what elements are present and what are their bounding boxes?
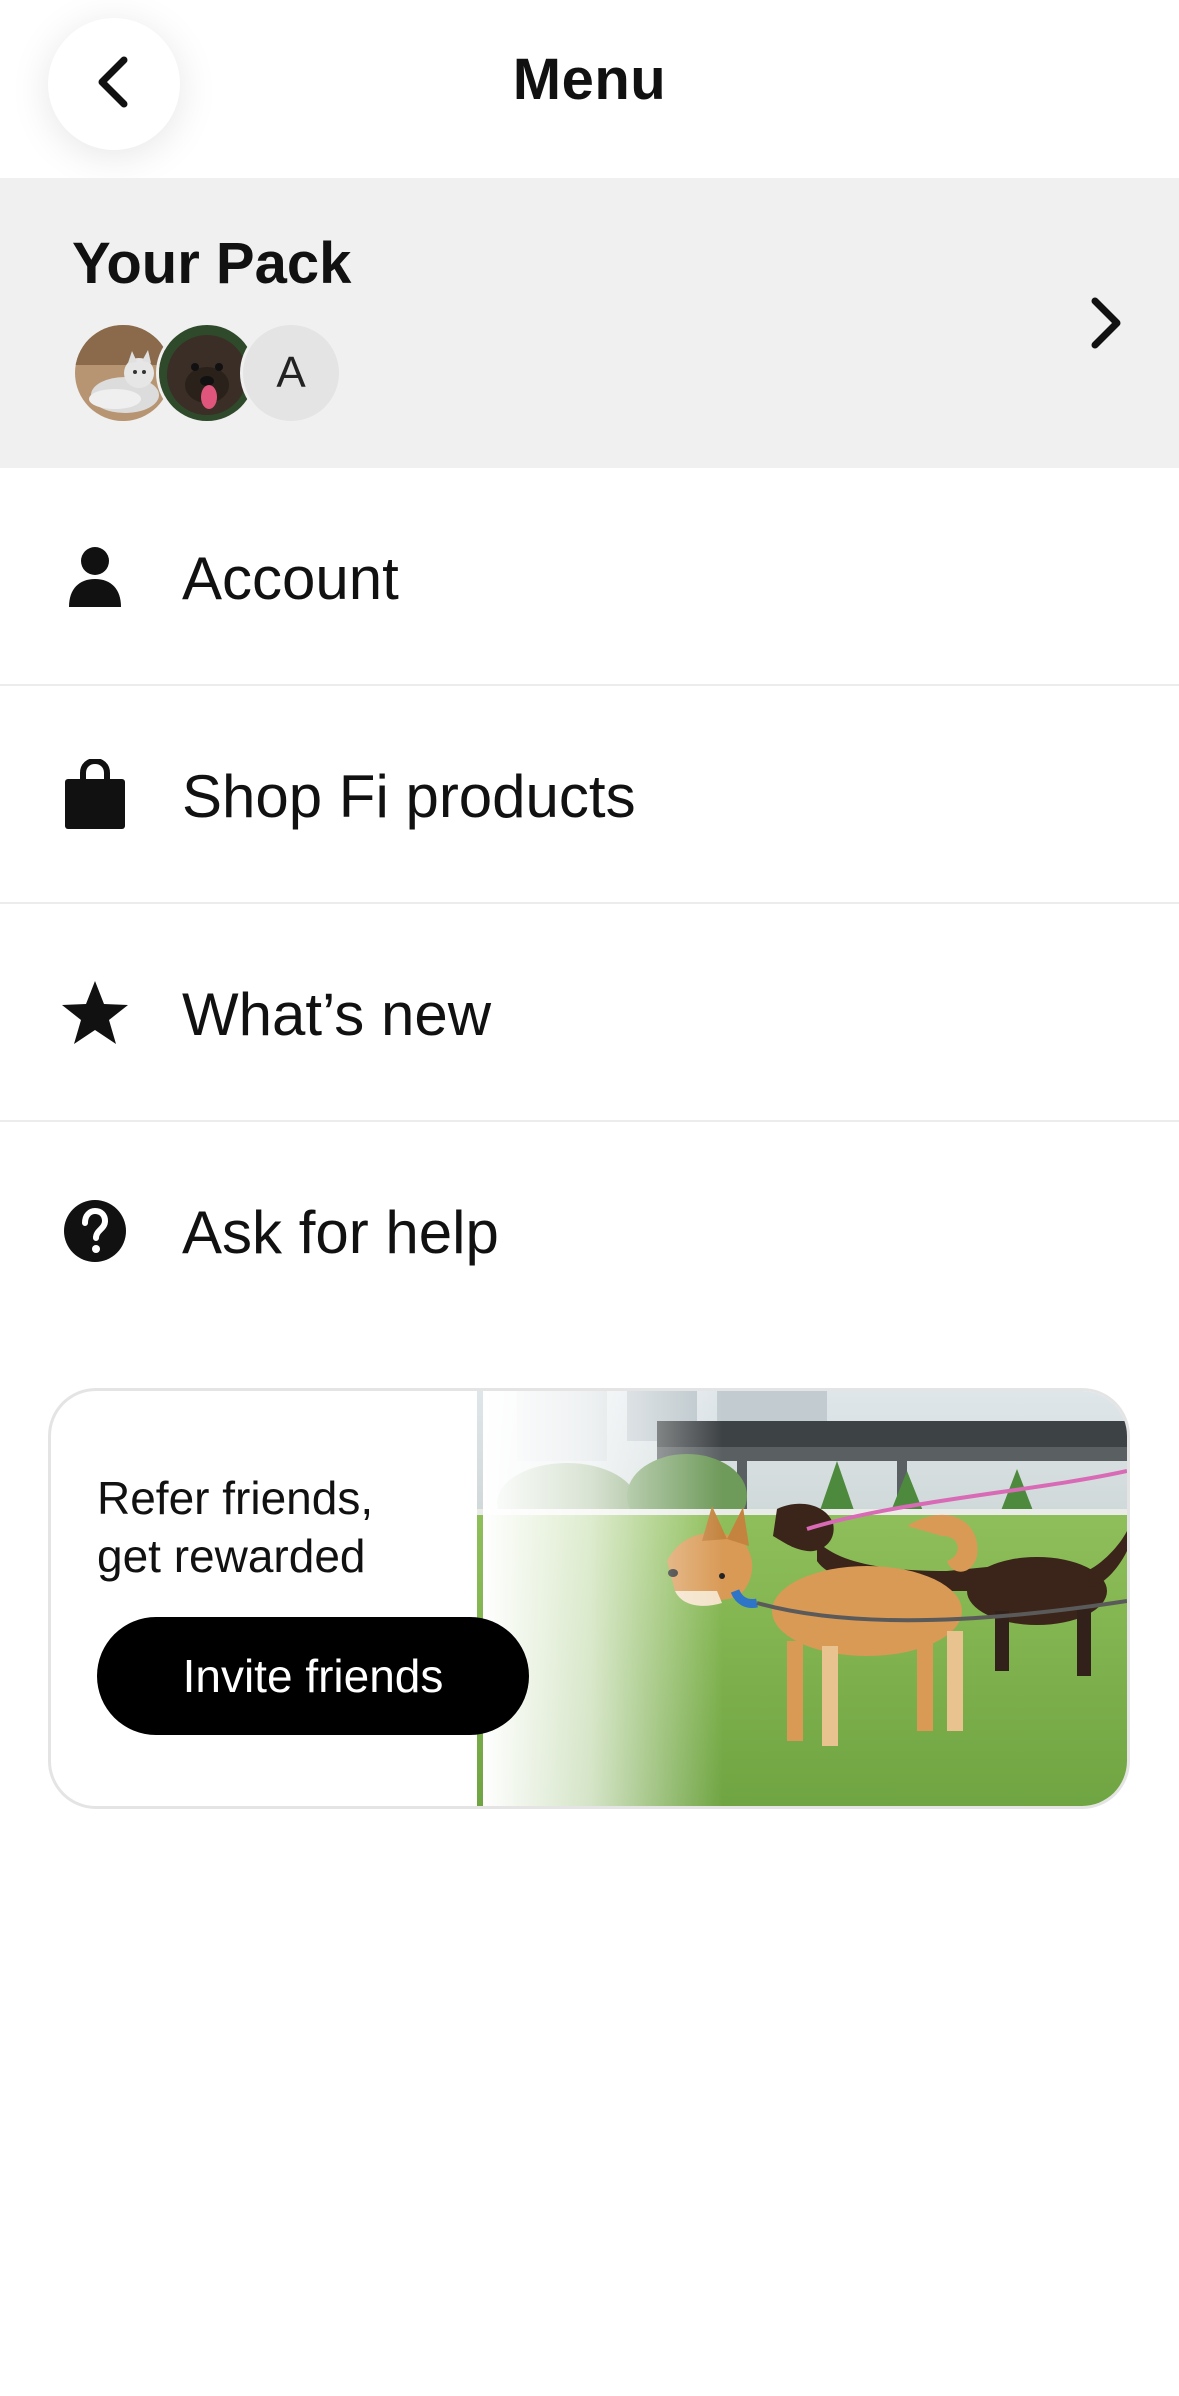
- refer-line-2: get rewarded: [97, 1530, 366, 1582]
- person-icon: [58, 540, 132, 614]
- refer-heading: Refer friends, get rewarded: [97, 1469, 517, 1585]
- invite-friends-button[interactable]: Invite friends: [97, 1617, 529, 1735]
- menu-label-whats-new: What’s new: [182, 981, 492, 1048]
- menu-label-account: Account: [182, 545, 399, 612]
- menu-screen: Menu Your Pack A Account Shop Fi product…: [0, 0, 1179, 2396]
- help-circle-icon: [58, 1194, 132, 1268]
- shopping-bag-icon: [58, 758, 132, 832]
- pet-avatar-letter[interactable]: A: [240, 322, 342, 424]
- your-pack-row[interactable]: Your Pack A: [0, 178, 1179, 468]
- menu-item-shop[interactable]: Shop Fi products: [0, 686, 1179, 904]
- header: Menu: [0, 0, 1179, 178]
- pack-title: Your Pack: [72, 231, 352, 296]
- pack-avatars: A: [72, 322, 372, 424]
- menu-item-whats-new[interactable]: What’s new: [0, 904, 1179, 1122]
- refer-line-1: Refer friends,: [97, 1472, 374, 1524]
- avatar-letter: A: [276, 348, 306, 397]
- star-icon: [58, 976, 132, 1050]
- menu-item-help[interactable]: Ask for help: [0, 1122, 1179, 1340]
- refer-card: Refer friends, get rewarded Invite frien…: [48, 1388, 1130, 1809]
- photo-fade: [483, 1391, 723, 1806]
- menu-label-help: Ask for help: [182, 1199, 499, 1266]
- menu-label-shop: Shop Fi products: [182, 763, 636, 830]
- page-title: Menu: [512, 47, 667, 112]
- menu-item-account[interactable]: Account: [0, 468, 1179, 686]
- chevron-right-icon: [1075, 293, 1135, 353]
